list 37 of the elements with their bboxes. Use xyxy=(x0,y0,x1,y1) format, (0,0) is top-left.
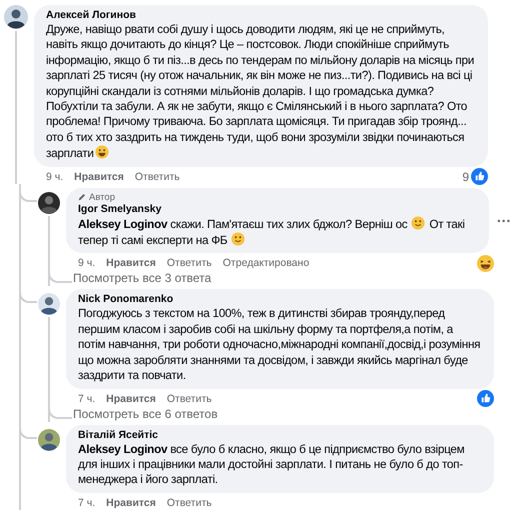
reply-link[interactable]: Ответить xyxy=(166,257,212,270)
author-label: Автор xyxy=(78,192,115,203)
author-name[interactable]: Nick Ponomarenko xyxy=(78,293,482,306)
avatar[interactable] xyxy=(38,293,60,316)
avatar[interactable] xyxy=(4,5,28,29)
reply-link[interactable]: Ответить xyxy=(134,170,180,183)
comment-time[interactable]: 9 ч. xyxy=(46,170,64,183)
avatar[interactable] xyxy=(38,192,60,214)
author-name[interactable]: Igor Smelyansky xyxy=(78,202,477,216)
comment-time[interactable]: 7 ч. xyxy=(78,496,96,509)
author-name[interactable]: Віталій Ясейтіс xyxy=(78,428,482,442)
view-replies-link[interactable]: Посмотреть все 6 ответов xyxy=(73,406,218,420)
smile-emoji-icon xyxy=(411,216,426,230)
view-replies-link[interactable]: Посмотреть все 3 ответа xyxy=(73,271,212,286)
pencil-icon xyxy=(78,193,86,202)
grin-emoji-icon xyxy=(94,145,109,160)
like-link[interactable]: Нравится xyxy=(106,392,156,404)
laughing-reaction-icon[interactable] xyxy=(477,254,494,272)
like-link[interactable]: Нравится xyxy=(106,257,156,270)
like-reaction-icon[interactable] xyxy=(471,168,488,186)
comment-time[interactable]: 9 ч. xyxy=(78,257,96,270)
reaction-count[interactable]: 9 xyxy=(462,170,469,184)
comment-text: Aleksey Loginov скажи. Пам'ятаєш тих злих бджол? Верніш ос От такі тепер ті самі експерти на ФБ xyxy=(78,216,466,248)
comment-text: Aleksey Loginov все було б класно, якщо б це підприємство було взірцем для інших і працівники мали достойні зарплати. І питань не було б до топ-менеджера і його зарплаті. xyxy=(78,442,466,488)
like-link[interactable]: Нравится xyxy=(74,170,124,183)
like-reaction-icon[interactable] xyxy=(477,390,494,407)
reply-link[interactable]: Ответить xyxy=(166,392,212,404)
author-name[interactable]: Алексей Логинов xyxy=(46,9,476,22)
comment-time[interactable]: 7 ч. xyxy=(78,392,96,404)
comment-text: Погоджуюсь з текстом на 100%, теж в дитинстві збирав троянду,перед першим класом і заробив собі на шкільну форму та портфеля,а потім, а потім навчання, три роботи одночасно,міжнародні компанії,досвід,і розуміння що можна заробляти знаннями та досвідом, і завжди якийсь маргінал буде заздрити та повчати. xyxy=(78,306,482,384)
smile-emoji-icon xyxy=(231,232,246,246)
like-link[interactable]: Нравится xyxy=(106,496,156,509)
comment-text: Друже, навіщо рвати собі душу і щось доводити людям, які це не сприймуть, навіть якщо дочитають до кінця? Це – постсовок. Люди спокійніше сприймуть інформацію, якщо б ти піз...в десь по тендерам по мільйону доларів на місяць при зарплаті 25 тисяч (ну отож начальник, як він може не пиз...ти?). Подивись на всі ці корупційні скандали із сотнями мільйонів доларів. І що громадська думка? Побухтіли та забули. А як не забути, якщо є Смілянський і в нього зарплата? Ото проблема! Причому триваюча. Бо зарплата щомісяця. Ти пригадав збір троянд... ото б тих хто заздрить на тиждень туди, щоб вони зрозуміли звідки починаються зарплати xyxy=(46,22,476,162)
edited-label: Отредактировано xyxy=(222,257,310,270)
avatar[interactable] xyxy=(38,428,60,450)
reply-link[interactable]: Ответить xyxy=(166,496,212,509)
more-options-icon[interactable] xyxy=(496,218,510,223)
